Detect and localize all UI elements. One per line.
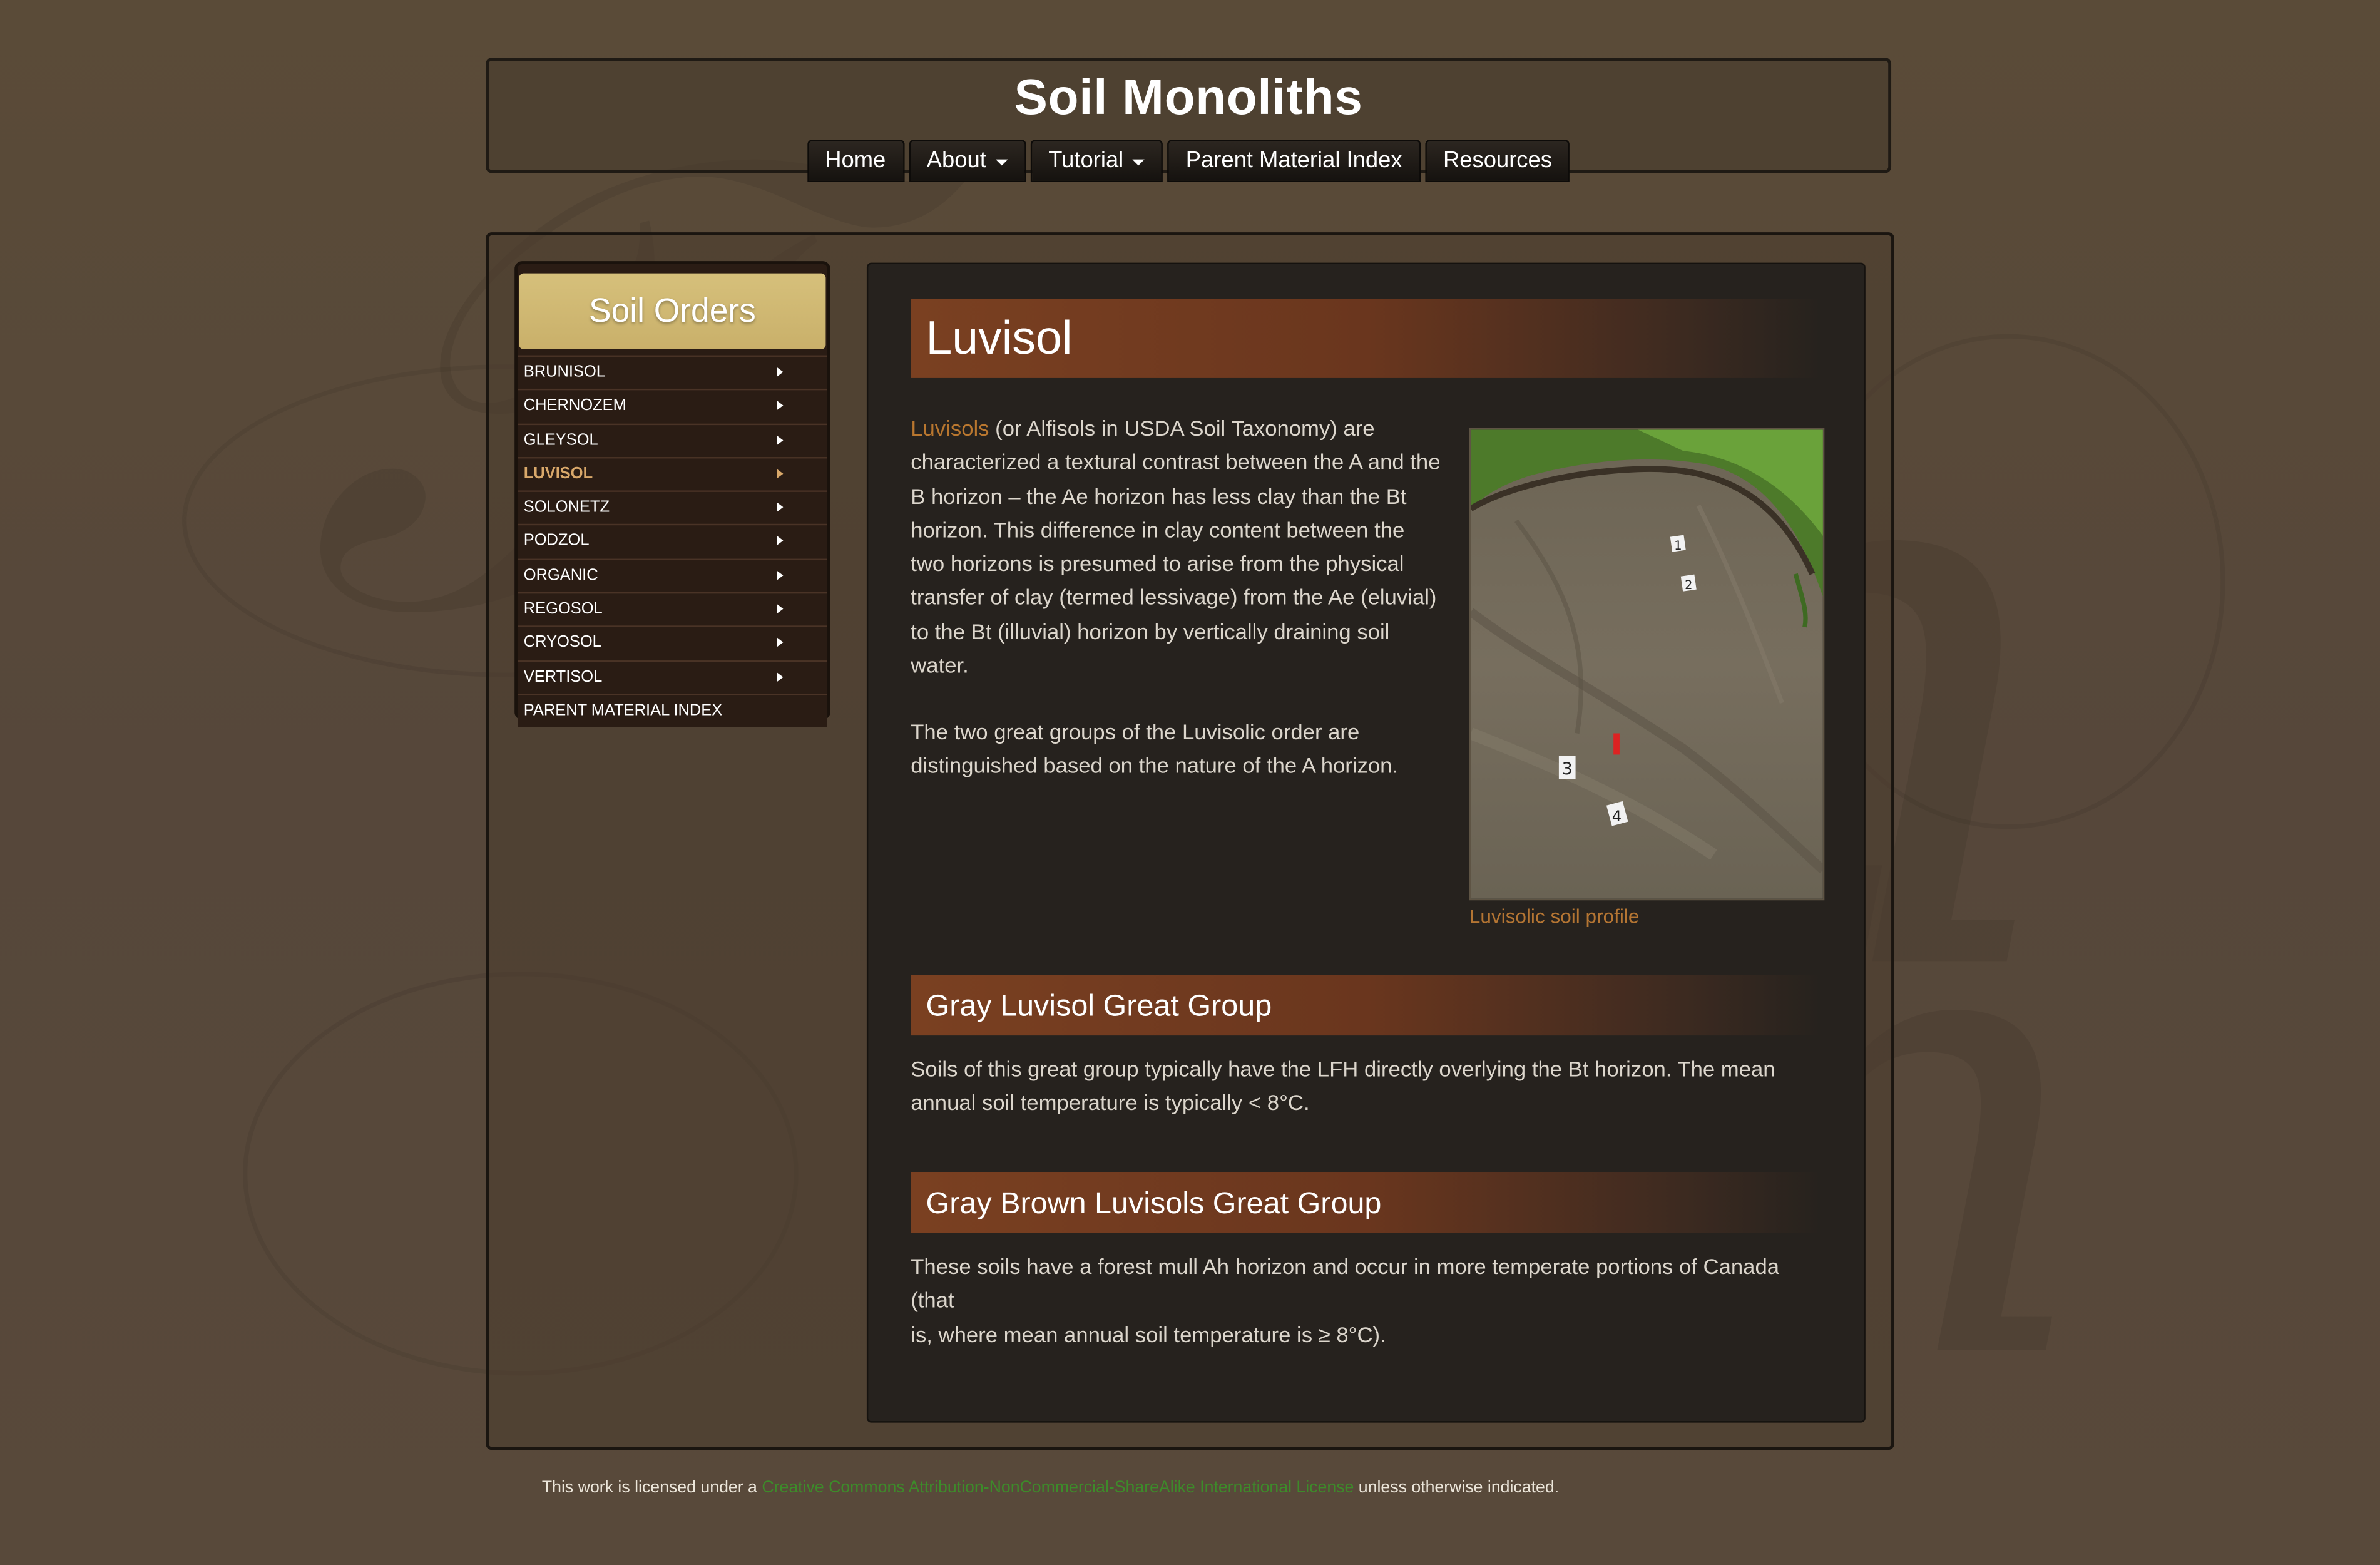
caret-down-icon [995,159,1008,166]
nav-tutorial-label: Tutorial [1048,147,1124,173]
sidebar-item-label: PARENT MATERIAL INDEX [523,701,723,720]
sidebar-item-regosol[interactable]: REGOSOL [518,592,827,627]
svg-text:4: 4 [1612,807,1622,825]
sidebar-item-organic[interactable]: ORGANIC [518,558,827,593]
horizon-marker-3: 3 [1558,756,1576,779]
nav-resources-label: Resources [1443,147,1552,173]
chevron-right-icon [777,503,784,512]
sidebar-item-label: VERTISOL [523,667,603,686]
paragraph-line: is, where mean annual soil temperature i… [911,1323,1386,1348]
sidebar-item-label: ORGANIC [523,566,598,585]
horizon-marker-2: 2 [1680,574,1697,592]
section-heading-gray-luvisol: Gray Luvisol Great Group [911,975,1822,1036]
intro-line: to the Bt (illuvial) horizon by vertical… [911,620,1390,645]
great-groups-paragraph: The two great groups of the Luvisolic or… [911,717,1457,784]
chevron-right-icon [777,638,784,648]
horizon-marker-1: 1 [1670,535,1686,553]
sidebar-item-label: LUVISOL [523,464,593,483]
sidebar-item-solonetz[interactable]: SOLONETZ [518,490,827,525]
gray-luvisol-paragraph: Soils of this great group typically have… [911,1054,1821,1121]
intro-line: horizon. This difference in clay content… [911,519,1405,544]
nav-about[interactable]: About [908,140,1026,183]
nav-parent-material-index-label: Parent Material Index [1185,147,1402,173]
sidebar-item-label: GLEYSOL [523,430,598,449]
sidebar-item-label: SOLONETZ [523,498,610,517]
luvisols-link[interactable]: Luvisols [911,418,989,442]
page: 𝒯 h h Soil Monoliths Home About Tutorial… [0,0,2380,1565]
sidebar-item-label: CRYOSOL [523,634,601,652]
intro-line: transfer of clay (termed lessivage) from… [911,587,1437,612]
sidebar-item-vertisol[interactable]: VERTISOL [518,660,827,694]
intro-line-text: (or Alfisols in USDA Soil Taxonomy) are [989,417,1375,442]
chevron-right-icon [777,469,784,478]
footer-prefix: This work is licensed under a [541,1479,762,1497]
intro-line: B horizon – the Ae horizon has less clay… [911,485,1407,510]
paragraph-line: The two great groups of the Luvisolic or… [911,721,1360,746]
chevron-right-icon [777,570,784,580]
nav-parent-material-index[interactable]: Parent Material Index [1167,140,1421,183]
soil-profile-photo[interactable]: 1 2 3 4 [1469,428,1825,901]
nav-resources[interactable]: Resources [1424,140,1571,183]
sidebar-item-label: REGOSOL [523,600,603,618]
sidebar-item-gleysol[interactable]: GLEYSOL [518,423,827,457]
paragraph-line: distinguished based on the nature of the… [911,755,1399,779]
nav-home-label: Home [825,147,886,173]
intro-line: characterized a textural contrast betwee… [911,451,1441,476]
paragraph-line: annual soil temperature is typically < 8… [911,1092,1310,1117]
sidebar-item-luvisol[interactable]: LUVISOL [518,456,827,491]
sidebar-item-podzol[interactable]: PODZOL [518,524,827,559]
nav-about-label: About [926,147,986,173]
main-nav: Home About Tutorial Parent Material Inde… [489,140,1888,183]
chevron-right-icon [777,401,784,411]
soil-profile-image: 1 2 3 4 [1471,429,1823,899]
license-link[interactable]: Creative Commons Attribution-NonCommerci… [762,1479,1354,1497]
sidebar-title: Soil Orders [519,273,826,349]
content-panel: Luvisol Luvisols (or Alfisols in USDA So… [866,262,1866,1423]
nav-home[interactable]: Home [807,140,904,183]
sidebar-item-cryosol[interactable]: CRYOSOL [518,626,827,660]
sidebar-item-chernozem[interactable]: CHERNOZEM [518,389,827,423]
image-caption: Luvisolic soil profile [1469,905,1640,928]
section-heading-gray-brown-luvisols: Gray Brown Luvisols Great Group [911,1172,1822,1233]
red-flag-marker [1613,733,1620,755]
license-footer: This work is licensed under a Creative C… [542,1479,1559,1497]
footer-suffix: unless otherwise indicated. [1354,1479,1560,1497]
chevron-right-icon [777,435,784,444]
svg-text:2: 2 [1685,578,1692,592]
sidebar-item-label: CHERNOZEM [523,396,626,415]
chevron-right-icon [777,604,784,614]
intro-line: water. [911,654,969,679]
intro-paragraph: Luvisols (or Alfisols in USDA Soil Taxon… [911,413,1457,684]
svg-text:1: 1 [1674,538,1682,553]
paragraph-line: These soils have a forest mull Ah horizo… [911,1255,1780,1314]
intro-line: Luvisols (or Alfisols in USDA Soil Taxon… [911,413,1457,447]
chevron-right-icon [777,367,784,377]
gray-brown-luvisols-paragraph: These soils have a forest mull Ah horizo… [911,1251,1821,1353]
svg-text:3: 3 [1562,759,1573,779]
intro-line: two horizons is presumed to arise from t… [911,553,1404,578]
sidebar: Soil Orders BRUNISOL CHERNOZEM GLEYSOL L… [514,261,830,728]
site-header: Soil Monoliths Home About Tutorial Paren… [486,58,1892,183]
sidebar-item-label: PODZOL [523,532,590,551]
sidebar-item-label: BRUNISOL [523,362,605,381]
chevron-right-icon [777,672,784,682]
nav-tutorial[interactable]: Tutorial [1030,140,1163,183]
caret-down-icon [1132,159,1145,166]
paragraph-line: Soils of this great group typically have… [911,1058,1775,1083]
page-title: Luvisol [911,299,1822,378]
site-title[interactable]: Soil Monoliths [489,68,1888,126]
chevron-right-icon [777,536,784,546]
sidebar-item-parent-material-index[interactable]: PARENT MATERIAL INDEX [518,694,827,728]
sidebar-item-brunisol[interactable]: BRUNISOL [518,355,827,389]
